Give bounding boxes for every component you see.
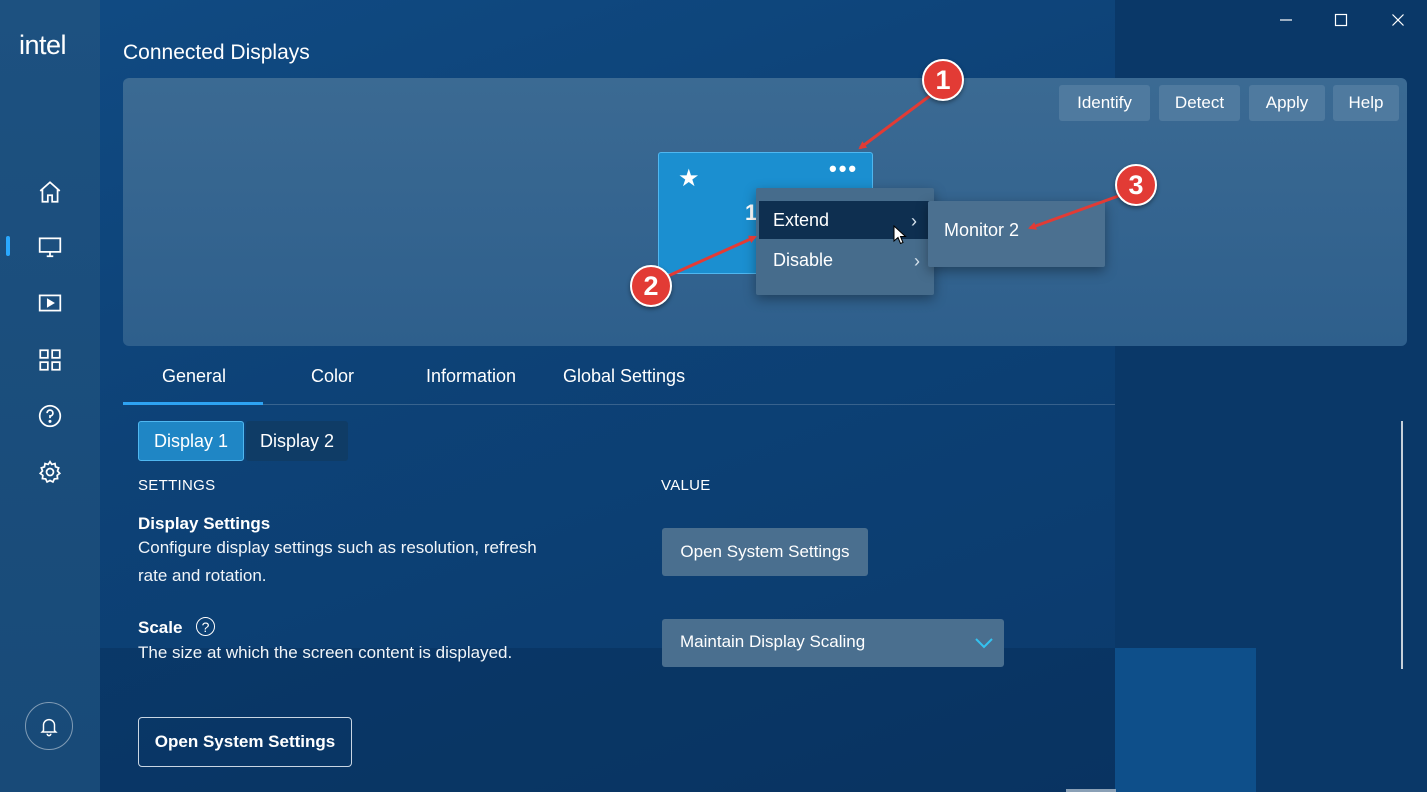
display-2-button[interactable]: Display 2 bbox=[246, 421, 348, 461]
active-tab-indicator bbox=[123, 402, 263, 405]
value-column-header: VALUE bbox=[661, 477, 711, 494]
callout-1: 1 bbox=[922, 59, 964, 101]
display-settings-desc-line2: rate and rotation. bbox=[138, 566, 267, 585]
tabs-divider bbox=[123, 404, 1115, 405]
scale-help-icon[interactable]: ? bbox=[196, 617, 215, 636]
scale-desc: The size at which the screen content is … bbox=[138, 643, 513, 662]
tab-color[interactable]: Color bbox=[311, 366, 354, 387]
tab-information[interactable]: Information bbox=[426, 366, 516, 387]
open-system-settings-button[interactable]: Open System Settings bbox=[662, 528, 868, 576]
settings-column-header: SETTINGS bbox=[138, 477, 216, 494]
scale-dropdown[interactable]: Maintain Display Scaling bbox=[662, 619, 1004, 667]
callout-2: 2 bbox=[630, 265, 672, 307]
display-1-button[interactable]: Display 1 bbox=[138, 421, 244, 461]
display-settings-title: Display Settings bbox=[138, 514, 271, 533]
scale-dropdown-value: Maintain Display Scaling bbox=[680, 632, 866, 651]
tab-global-settings[interactable]: Global Settings bbox=[563, 366, 685, 387]
scrollbar[interactable] bbox=[1401, 421, 1403, 669]
display-settings-desc-line1: Configure display settings such as resol… bbox=[138, 538, 537, 557]
tab-general[interactable]: General bbox=[162, 366, 226, 387]
annotation-arrows bbox=[667, 90, 1125, 278]
arrow-3 bbox=[1028, 192, 1125, 230]
chevron-down-icon bbox=[975, 638, 993, 649]
arrow-2 bbox=[667, 235, 757, 278]
arrow-1 bbox=[858, 90, 936, 150]
scale-title: Scale bbox=[138, 618, 183, 637]
callout-3: 3 bbox=[1115, 164, 1157, 206]
footer-open-system-settings-button[interactable]: Open System Settings bbox=[138, 717, 352, 767]
